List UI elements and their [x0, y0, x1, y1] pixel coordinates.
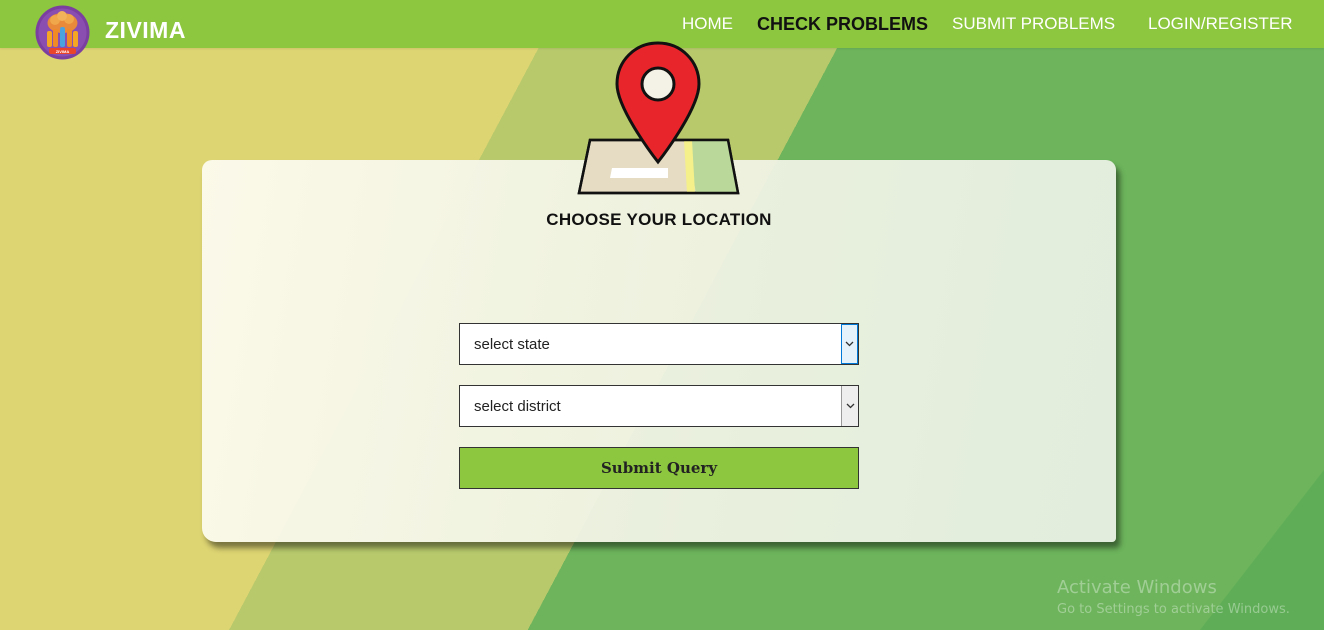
- district-select-value: select district: [474, 398, 561, 415]
- watermark-title: Activate Windows: [1057, 577, 1217, 598]
- map-pin-icon: [577, 41, 740, 195]
- chevron-down-icon[interactable]: [841, 324, 858, 364]
- logo-icon[interactable]: ZIVIMA: [35, 5, 90, 60]
- state-select[interactable]: select state: [459, 323, 859, 365]
- brand-name[interactable]: ZIVIMA: [105, 17, 186, 44]
- state-select-value: select state: [474, 336, 550, 353]
- location-panel: CHOOSE YOUR LOCATION select state select…: [202, 160, 1116, 542]
- district-select[interactable]: select district: [459, 385, 859, 427]
- watermark-subtitle: Go to Settings to activate Windows.: [1057, 602, 1290, 617]
- nav-home[interactable]: HOME: [682, 14, 733, 34]
- logo-text: ZIVIMA: [56, 49, 70, 54]
- nav-check-problems[interactable]: CHECK PROBLEMS: [757, 14, 928, 35]
- chevron-down-icon[interactable]: [841, 386, 858, 426]
- nav-submit-problems[interactable]: SUBMIT PROBLEMS: [952, 14, 1115, 34]
- submit-query-button[interactable]: Submit Query: [459, 447, 859, 489]
- windows-activation-watermark: Activate Windows Go to Settings to activ…: [1057, 577, 1290, 617]
- panel-title: CHOOSE YOUR LOCATION: [546, 210, 772, 229]
- nav-login-register[interactable]: LOGIN/REGISTER: [1148, 14, 1293, 34]
